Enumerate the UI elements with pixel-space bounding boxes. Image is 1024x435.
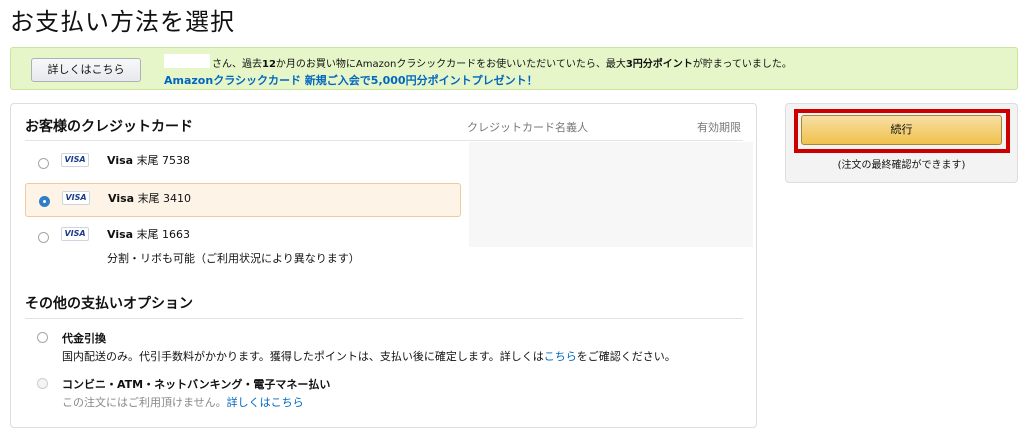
- cod-radio[interactable]: [37, 332, 48, 343]
- credit-cards-heading: お客様のクレジットカード: [25, 119, 193, 135]
- card-brand: Visa: [108, 192, 135, 205]
- masked-customer-name: [164, 54, 210, 68]
- cod-details-link[interactable]: こちら: [544, 350, 577, 363]
- cod-description-suffix: をご確認ください。: [576, 350, 676, 363]
- promo-message-prefix: さん、過去: [212, 59, 262, 70]
- other-options-heading: その他の支払いオプション: [25, 296, 193, 312]
- continue-note: (注文の最終確認ができます): [837, 160, 966, 171]
- card-last-digits: 末尾 1663: [136, 228, 191, 241]
- continue-button[interactable]: 続行: [801, 115, 1002, 145]
- card-last-digits: 末尾 7538: [136, 154, 191, 167]
- promo-message-points: 3円分ポイント: [625, 59, 693, 70]
- card-brand: Visa: [107, 228, 134, 241]
- visa-logo: VISA: [61, 153, 89, 167]
- card-radio-1663[interactable]: [38, 232, 49, 243]
- card-row-3410[interactable]: VISA Visa 末尾 3410: [25, 183, 461, 217]
- card-signup-link[interactable]: Amazonクラシックカード 新規ご入会で5,000円分ポイントプレゼント！: [164, 72, 538, 88]
- convenience-description: この注文にはご利用頂けません。詳しくはこちら: [62, 394, 304, 410]
- page-title: お支払い方法を選択: [10, 8, 235, 36]
- card-details-area: [469, 142, 753, 247]
- expiry-column: 有効期限: [697, 121, 741, 134]
- card-label: Visa 末尾 1663: [107, 226, 190, 242]
- divider: [25, 318, 743, 319]
- visa-logo: VISA: [62, 191, 90, 205]
- promo-banner: 詳しくはこちら さん、過去12か月のお買い物にAmazonクラシックカードをお使…: [10, 47, 1018, 90]
- details-button[interactable]: 詳しくはこちら: [31, 58, 141, 82]
- card-radio-7538[interactable]: [38, 158, 49, 169]
- promo-message-mid: か月のお買い物にAmazonクラシックカードをお使いいただいていたら、最大: [275, 59, 626, 70]
- promo-message-months: 12: [262, 59, 276, 70]
- cod-description-text: 国内配送のみ。代引手数料がかかります。獲得したポイントは、支払い後に確定します。…: [62, 350, 544, 363]
- divider: [25, 140, 743, 141]
- cardholder-name-column: クレジットカード名義人: [467, 121, 588, 134]
- convenience-details-link[interactable]: 詳しくはこちら: [227, 396, 304, 409]
- cod-title: 代金引換: [62, 332, 106, 345]
- convenience-unavailable-text: この注文にはご利用頂けません。: [62, 396, 227, 409]
- promo-message: さん、過去12か月のお買い物にAmazonクラシックカードをお使いいただいていた…: [212, 55, 792, 70]
- card-row-1663[interactable]: VISA Visa 末尾 1663: [25, 220, 461, 254]
- visa-logo: VISA: [61, 227, 89, 241]
- card-label: Visa 末尾 3410: [108, 190, 191, 206]
- card-row-7538[interactable]: VISA Visa 末尾 7538: [25, 146, 461, 180]
- payment-panel: お客様のクレジットカード クレジットカード名義人 有効期限 VISA Visa …: [10, 103, 757, 428]
- installment-note: 分割・リボも可能（ご利用状況により異なります）: [107, 252, 360, 265]
- card-label: Visa 末尾 7538: [107, 152, 190, 168]
- convenience-radio: [37, 378, 48, 389]
- card-radio-3410[interactable]: [39, 196, 50, 207]
- promo-message-suffix: が貯まっていました。: [692, 59, 792, 70]
- card-last-digits: 末尾 3410: [137, 192, 192, 205]
- convenience-title: コンビニ・ATM・ネットバンキング・電子マネー払い: [62, 378, 331, 391]
- card-brand: Visa: [107, 154, 134, 167]
- cod-description: 国内配送のみ。代引手数料がかかります。獲得したポイントは、支払い後に確定します。…: [62, 348, 676, 364]
